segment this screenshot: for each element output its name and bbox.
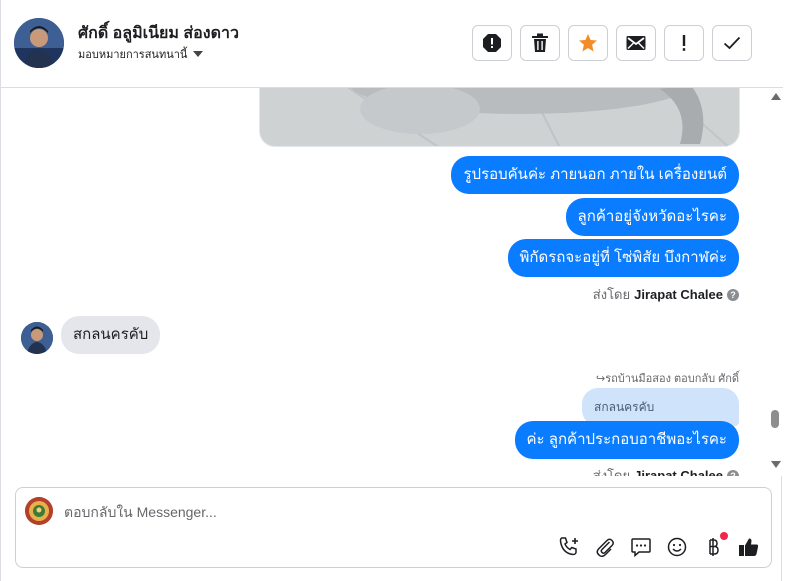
scroll-down-arrow-icon[interactable] <box>771 461 781 468</box>
contact-avatar[interactable] <box>14 18 64 68</box>
shared-photo[interactable] <box>259 88 740 147</box>
sent-by-label: ส่งโดย Jirapat Chalee ? <box>593 465 739 476</box>
star-button[interactable] <box>568 25 608 61</box>
assign-conversation-dropdown[interactable]: มอบหมายการสนทนานี้ <box>78 45 204 63</box>
exclamation-icon <box>681 34 687 52</box>
emoji-icon[interactable] <box>665 535 689 559</box>
help-icon[interactable]: ? <box>727 288 739 301</box>
trash-icon <box>531 33 549 53</box>
sender-name[interactable]: Jirapat Chalee <box>634 468 723 476</box>
outgoing-message[interactable]: พิกัดรถจะอยู่ที่ โซ่พิสัย บึงกาฬค่ะ <box>507 239 739 277</box>
thumbs-up-icon[interactable] <box>737 535 761 559</box>
reply-input[interactable] <box>64 501 624 523</box>
reply-composer <box>15 487 772 568</box>
outgoing-message[interactable]: รูปรอบคันค่ะ ภายนอก ภายใน เครื่องยนต์ <box>451 156 739 194</box>
check-icon <box>723 36 741 50</box>
caret-down-icon <box>193 51 204 57</box>
contact-name[interactable]: ศักดิ์ อลูมิเนียม ส่องดาว <box>78 21 239 46</box>
follow-up-button[interactable] <box>664 25 704 61</box>
reply-arrow-icon: ↪ <box>595 373 606 385</box>
conversation-window: ศักดิ์ อลูมิเนียม ส่องดาว มอบหมายการสนทน… <box>0 0 783 581</box>
baht-icon[interactable] <box>701 532 728 559</box>
conversation-header: ศักดิ์ อลูมิเนียม ส่องดาว มอบหมายการสนทน… <box>1 0 783 88</box>
reply-note: ↪รถบ้านมือสอง ตอบกลับ ศักดิ์ <box>596 369 739 387</box>
scrollbar-thumb[interactable] <box>771 410 779 428</box>
message-scrollbar[interactable] <box>767 88 783 476</box>
page-avatar <box>25 497 53 525</box>
mark-done-button[interactable] <box>712 25 752 61</box>
scroll-up-arrow-icon[interactable] <box>771 93 781 100</box>
outgoing-message[interactable]: ลูกค้าอยู่จังหวัดอะไรคะ <box>565 198 739 236</box>
envelope-icon <box>626 35 646 51</box>
reply-note-text: รถบ้านมือสอง ตอบกลับ ศักดิ์ <box>605 373 739 385</box>
paperclip-icon[interactable] <box>593 535 617 559</box>
notification-dot <box>720 532 728 540</box>
message-list[interactable]: รูปรอบคันค่ะ ภายนอก ภายใน เครื่องยนต์ ลู… <box>1 88 783 476</box>
star-icon <box>578 33 598 53</box>
help-icon[interactable]: ? <box>727 469 739 476</box>
contact-avatar-small[interactable] <box>21 322 53 354</box>
sender-name[interactable]: Jirapat Chalee <box>634 287 723 302</box>
mark-unread-button[interactable] <box>616 25 656 61</box>
assign-label: มอบหมายการสนทนานี้ <box>78 49 188 61</box>
incoming-message[interactable]: สกลนครคับ <box>61 316 161 354</box>
chat-bubble-icon[interactable] <box>629 535 653 559</box>
sent-by-prefix: ส่งโดย <box>592 287 631 302</box>
spam-icon <box>482 33 502 53</box>
spam-button[interactable] <box>472 25 512 61</box>
phone-plus-icon[interactable] <box>557 535 581 559</box>
sent-by-label: ส่งโดย Jirapat Chalee ? <box>593 284 739 305</box>
outgoing-message[interactable]: ค่ะ ลูกค้าประกอบอาชีพอะไรคะ <box>514 421 739 459</box>
delete-button[interactable] <box>520 25 560 61</box>
sent-by-prefix: ส่งโดย <box>592 468 631 476</box>
